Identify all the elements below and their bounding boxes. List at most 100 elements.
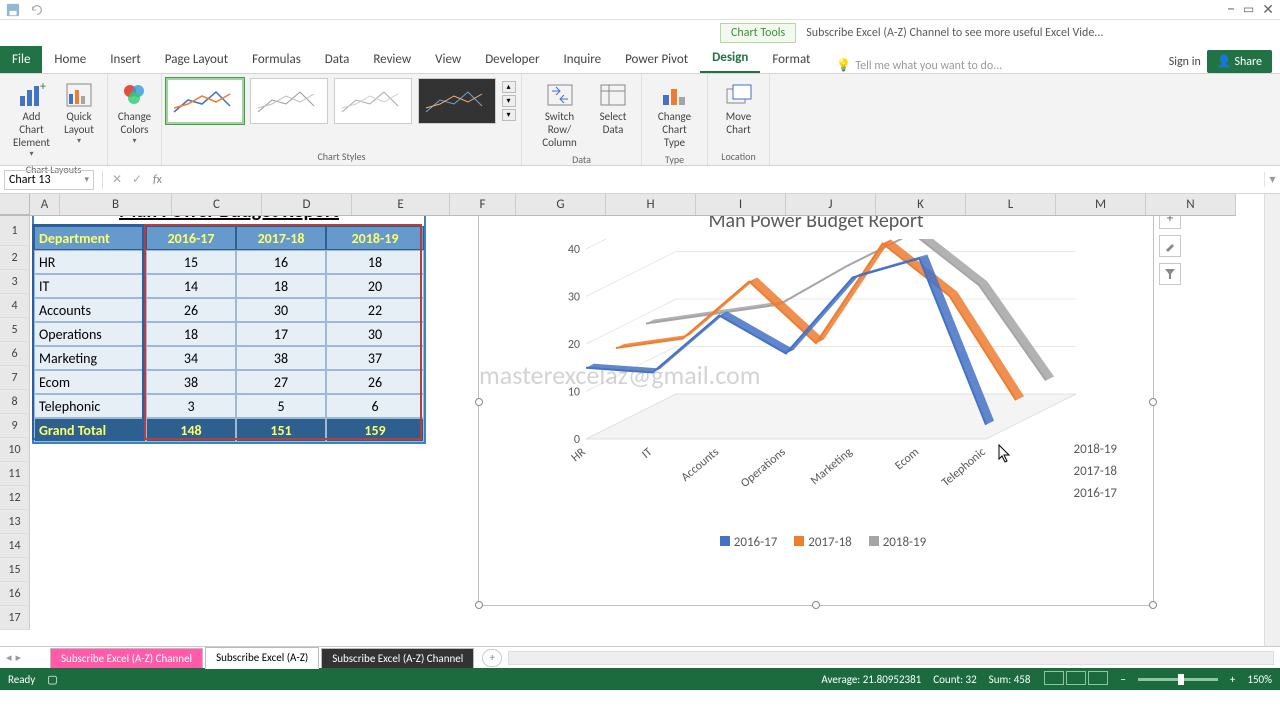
chart-style-1[interactable] (166, 78, 244, 124)
zoom-slider[interactable] (1138, 678, 1218, 681)
tab-file[interactable]: File (0, 46, 42, 73)
change-chart-type-button[interactable]: Change Chart Type (650, 78, 699, 151)
view-buttons[interactable] (1042, 671, 1108, 688)
cell-dept[interactable]: Accounts (34, 298, 146, 322)
chart-styles-button[interactable] (1159, 235, 1181, 257)
tab-inquire[interactable]: Inquire (551, 46, 613, 73)
cell-y1[interactable]: 26 (146, 298, 236, 322)
cell-dept[interactable]: IT (34, 274, 146, 298)
move-chart-button[interactable]: Move Chart (719, 78, 759, 138)
zoom-out-icon[interactable]: − (1120, 673, 1125, 686)
cell-y2[interactable]: 18 (236, 274, 326, 298)
cell-y1[interactable]: 15 (146, 250, 236, 274)
tab-format[interactable]: Format (760, 46, 822, 73)
zoom-in-icon[interactable]: + (1230, 673, 1235, 686)
sheet-tab-2[interactable]: Subscribe Excel (A-Z) (205, 647, 319, 669)
formula-input[interactable] (168, 178, 1264, 182)
restore-icon[interactable]: ▭ (1243, 2, 1254, 17)
col-header-J[interactable]: J (786, 194, 876, 215)
col-header-D[interactable]: D (262, 194, 352, 215)
chart-style-3[interactable] (334, 78, 412, 124)
tab-view[interactable]: View (423, 46, 473, 73)
cell-y1[interactable]: 34 (146, 346, 236, 370)
cell-y3[interactable]: 20 (326, 274, 424, 298)
change-colors-button[interactable]: Change Colors ▾ (114, 78, 155, 148)
row-header-15[interactable]: 15 (0, 558, 30, 582)
col-header-M[interactable]: M (1056, 194, 1146, 215)
formula-expand-icon[interactable]: ▾ (1264, 172, 1280, 187)
add-chart-element-button[interactable]: + Add Chart Element ▾ (8, 78, 55, 161)
row-header-2[interactable]: 2 (0, 246, 30, 270)
tab-developer[interactable]: Developer (473, 46, 551, 73)
cell-dept[interactable]: Ecom (34, 370, 146, 394)
col-header-L[interactable]: L (966, 194, 1056, 215)
embedded-chart[interactable]: + Man Power Budget Report masterexcelaz@… (478, 198, 1154, 606)
row-header-13[interactable]: 13 (0, 510, 30, 534)
row-header-6[interactable]: 6 (0, 342, 30, 366)
row-header-12[interactable]: 12 (0, 486, 30, 510)
name-box[interactable]: Chart 13 ▾ (4, 170, 94, 190)
zoom-level[interactable]: 150% (1247, 673, 1272, 686)
switch-row-column-button[interactable]: Switch Row/ Column (530, 78, 589, 151)
cell-y2[interactable]: 17 (236, 322, 326, 346)
col-header-B[interactable]: B (60, 194, 172, 215)
col-header-I[interactable]: I (696, 194, 786, 215)
cell-y3[interactable]: 30 (326, 322, 424, 346)
cancel-formula-icon[interactable]: ✕ (107, 172, 127, 187)
row-header-1[interactable]: 1 (0, 216, 30, 246)
row-header-16[interactable]: 16 (0, 582, 30, 606)
macro-record-icon[interactable]: ▢ (47, 673, 57, 686)
tab-formulas[interactable]: Formulas (240, 46, 313, 73)
cell-y3[interactable]: 37 (326, 346, 424, 370)
tab-review[interactable]: Review (361, 46, 423, 73)
sheet-tab-3[interactable]: Subscribe Excel (A-Z) Channel (321, 648, 474, 668)
sheet-nav[interactable]: ◂▸ (0, 651, 50, 664)
chart-plot-area[interactable]: masterexcelaz@gmail.com 010203040HRITAcc… (519, 239, 1133, 529)
col-header-E[interactable]: E (352, 194, 450, 215)
fx-icon[interactable]: fx (147, 173, 168, 187)
col-header-C[interactable]: C (172, 194, 262, 215)
accept-formula-icon[interactable]: ✓ (127, 172, 147, 187)
cell-y2[interactable]: 27 (236, 370, 326, 394)
horizontal-scrollbar[interactable] (508, 651, 1274, 665)
tab-data[interactable]: Data (313, 46, 362, 73)
cell-y1[interactable]: 18 (146, 322, 236, 346)
tab-insert[interactable]: Insert (98, 46, 153, 73)
chart-styles-more[interactable]: ▴▾▾ (502, 81, 518, 121)
worksheet-grid[interactable]: A B C D E F G H I J K L M N 1 2 3 4 5 6 … (0, 194, 1280, 646)
row-header-5[interactable]: 5 (0, 318, 30, 342)
row-header-14[interactable]: 14 (0, 534, 30, 558)
tab-power-pivot[interactable]: Power Pivot (613, 46, 700, 73)
cell-y2[interactable]: 30 (236, 298, 326, 322)
tab-home[interactable]: Home (42, 46, 98, 73)
col-header-H[interactable]: H (606, 194, 696, 215)
cell-y2[interactable]: 38 (236, 346, 326, 370)
sheet-tab-1[interactable]: Subscribe Excel (A-Z) Channel (50, 648, 203, 668)
row-header-3[interactable]: 3 (0, 270, 30, 294)
cell-y2[interactable]: 5 (236, 394, 326, 418)
row-header-8[interactable]: 8 (0, 390, 30, 414)
select-data-button[interactable]: Select Data (593, 78, 633, 151)
chart-filters-button[interactable] (1159, 263, 1181, 285)
cell-y1[interactable]: 3 (146, 394, 236, 418)
vertical-scrollbar[interactable] (1264, 194, 1280, 646)
cell-y1[interactable]: 38 (146, 370, 236, 394)
row-header-11[interactable]: 11 (0, 462, 30, 486)
quick-layout-button[interactable]: Quick Layout ▾ (59, 78, 99, 161)
undo-icon[interactable] (30, 3, 44, 17)
chart-bottom-legend[interactable]: 2016-17 2017-18 2018-19 (479, 529, 1153, 556)
tab-design[interactable]: Design (700, 44, 760, 73)
row-header-10[interactable]: 10 (0, 438, 30, 462)
cell-dept[interactable]: Operations (34, 322, 146, 346)
cell-y1[interactable]: 14 (146, 274, 236, 298)
new-sheet-button[interactable]: + (482, 649, 502, 667)
col-header-N[interactable]: N (1146, 194, 1236, 215)
col-header-G[interactable]: G (516, 194, 606, 215)
sign-in-link[interactable]: Sign in (1169, 55, 1201, 69)
chart-style-4[interactable] (418, 78, 496, 124)
chart-style-2[interactable] (250, 78, 328, 124)
save-icon[interactable] (6, 3, 20, 17)
cell-y3[interactable]: 18 (326, 250, 424, 274)
cell-dept[interactable]: HR (34, 250, 146, 274)
row-header-4[interactable]: 4 (0, 294, 30, 318)
